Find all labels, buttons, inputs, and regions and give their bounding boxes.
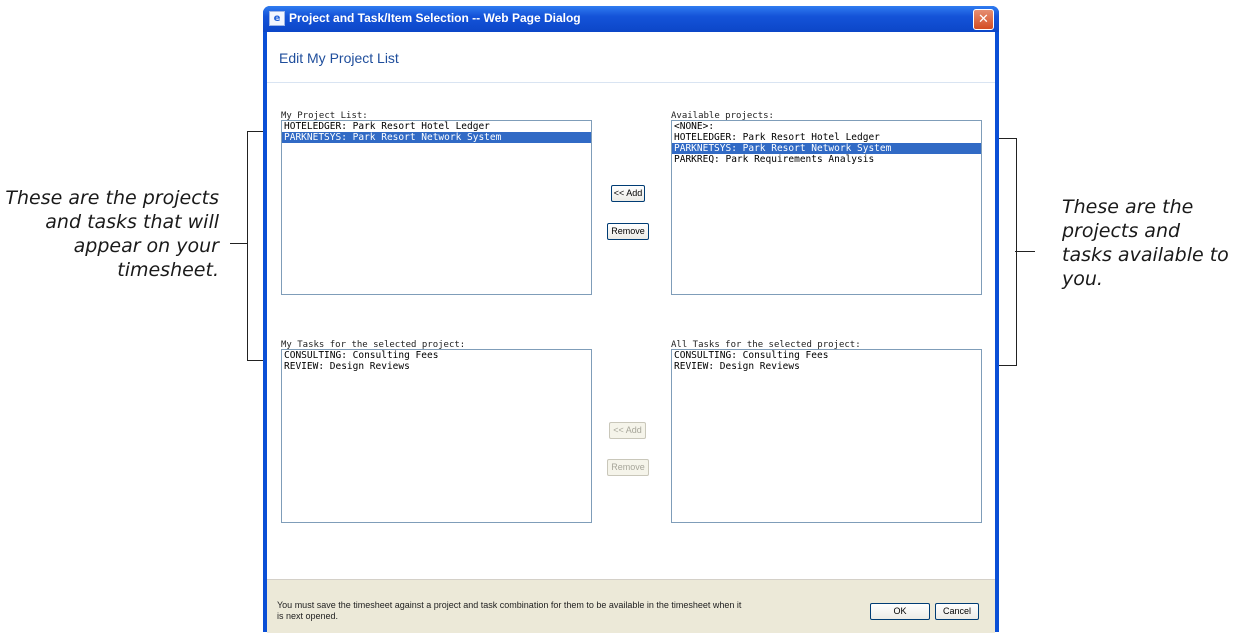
add-task-button[interactable]: << Add [609, 422, 646, 439]
close-button[interactable]: ✕ [973, 9, 994, 30]
list-item[interactable]: REVIEW: Design Reviews [672, 361, 981, 372]
right-callout-pointer [1015, 251, 1035, 252]
available-projects-list[interactable]: <NONE>: HOTELEDGER: Park Resort Hotel Led… [671, 120, 982, 295]
ok-button[interactable]: OK [870, 603, 930, 620]
list-item[interactable]: PARKNETSYS: Park Resort Network System [282, 132, 591, 143]
list-item[interactable]: REVIEW: Design Reviews [282, 361, 591, 372]
my-tasks-list[interactable]: CONSULTING: Consulting Fees REVIEW: Desig… [281, 349, 592, 523]
dialog-footer: You must save the timesheet against a pr… [267, 579, 995, 633]
dialog-window: e Project and Task/Item Selection -- Web… [263, 6, 999, 633]
my-project-list[interactable]: HOTELEDGER: Park Resort Hotel Ledger PARK… [281, 120, 592, 295]
list-item[interactable]: CONSULTING: Consulting Fees [672, 350, 981, 361]
list-item[interactable]: <NONE>: [672, 121, 981, 132]
cancel-button[interactable]: Cancel [935, 603, 979, 620]
title-bar[interactable]: e Project and Task/Item Selection -- Web… [263, 6, 999, 32]
left-callout-pointer [230, 243, 248, 244]
list-item[interactable]: HOTELEDGER: Park Resort Hotel Ledger [282, 121, 591, 132]
all-tasks-list[interactable]: CONSULTING: Consulting Fees REVIEW: Desig… [671, 349, 982, 523]
dialog-client: Edit My Project List My Project List: HO… [267, 32, 995, 633]
list-item[interactable]: PARKNETSYS: Park Resort Network System [672, 143, 981, 154]
left-callout: These are the projects and tasks that wi… [5, 187, 219, 281]
footer-message: You must save the timesheet against a pr… [277, 600, 742, 621]
right-callout: These are the projects and tasks availab… [1062, 196, 1229, 290]
window-title: Project and Task/Item Selection -- Web P… [289, 11, 581, 25]
list-item[interactable]: PARKREQ: Park Requirements Analysis [672, 154, 981, 165]
dialog-heading: Edit My Project List [279, 50, 399, 66]
remove-project-button[interactable]: Remove [607, 223, 649, 240]
list-item[interactable]: HOTELEDGER: Park Resort Hotel Ledger [672, 132, 981, 143]
add-project-button[interactable]: << Add [611, 185, 645, 202]
ie-document-icon: e [269, 11, 285, 26]
dialog-header: Edit My Project List [267, 32, 995, 83]
remove-task-button[interactable]: Remove [607, 459, 649, 476]
list-item[interactable]: CONSULTING: Consulting Fees [282, 350, 591, 361]
